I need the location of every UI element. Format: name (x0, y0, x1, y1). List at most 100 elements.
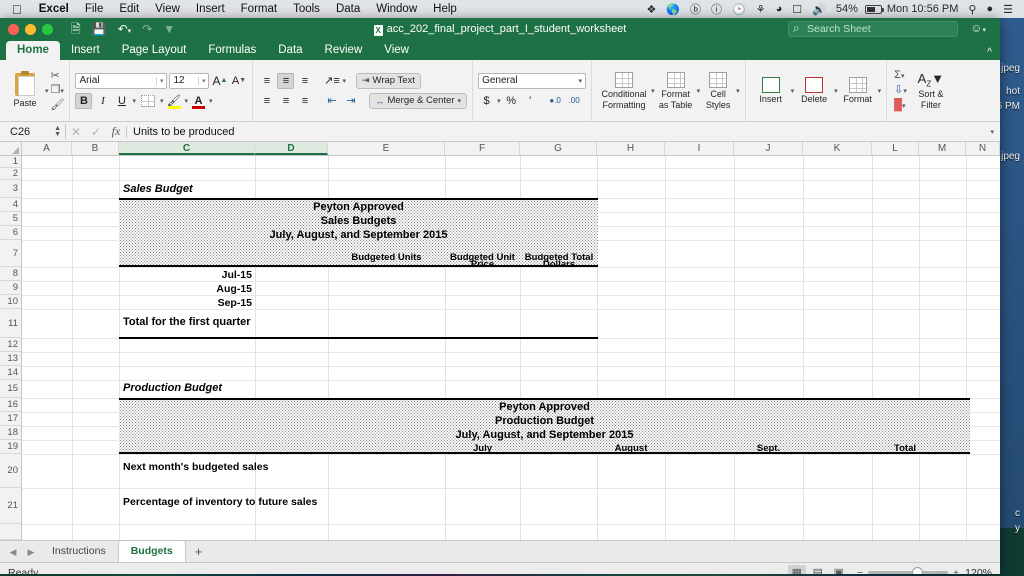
borders-dropdown-icon[interactable]: ▾ (160, 97, 164, 105)
tab-review[interactable]: Review (314, 41, 374, 60)
maximize-window-button[interactable] (42, 23, 53, 35)
tab-insert[interactable]: Insert (60, 41, 111, 60)
save-icon[interactable]: 💾 (92, 23, 107, 35)
globe-icon[interactable]: 🌎 (661, 3, 685, 16)
cell-next-month-budgeted-sales[interactable]: Next month's budgeted sales (123, 461, 268, 473)
font-name-select[interactable]: Arial ▾ (75, 72, 168, 89)
sort-filter-button[interactable]: AZ▼ Sort & Filter (911, 71, 951, 111)
row-header-17[interactable]: 17 (0, 412, 21, 426)
align-left-icon[interactable]: ≡ (258, 93, 275, 109)
decrease-indent-icon[interactable]: ⇤ (323, 93, 340, 109)
cancel-icon[interactable]: ✕ (66, 125, 86, 139)
cell-prod-title-1[interactable]: Peyton Approved (119, 401, 970, 413)
cell-prod-hdr-july[interactable]: July (445, 443, 520, 454)
number-format-select[interactable]: General ▾ (478, 72, 587, 89)
column-header-b[interactable]: B (72, 142, 119, 155)
row-header-15[interactable]: 15 (0, 380, 21, 398)
zoom-level-label[interactable]: 120% (965, 567, 992, 575)
row-header-4[interactable]: 4 (0, 198, 21, 212)
cell-prod-hdr-total[interactable]: Total (872, 443, 938, 454)
name-box-spinner-icon[interactable]: ▲ ▼ (54, 125, 61, 138)
menu-item-data[interactable]: Data (328, 3, 368, 15)
close-window-button[interactable] (8, 23, 19, 35)
row-header-1[interactable]: 1 (0, 156, 21, 168)
cell-sales-hdr-budgeted-units[interactable]: Budgeted Units (328, 252, 445, 263)
cell-prod-hdr-august[interactable]: August (597, 443, 665, 454)
search-icon[interactable]: ⚲ (963, 3, 981, 16)
menu-item-excel[interactable]: Excel (31, 3, 77, 15)
undo-icon[interactable]: ↶▾ (118, 23, 132, 35)
cell-production-budget-label[interactable]: Production Budget (123, 382, 222, 394)
delete-cells-button[interactable]: Delete (794, 77, 834, 104)
customize-toolbar-icon[interactable]: ▼ (163, 23, 175, 35)
row-header-3[interactable]: 3 (0, 180, 21, 198)
font-size-select[interactable]: 12 ▾ (169, 72, 210, 89)
menu-item-edit[interactable]: Edit (111, 3, 147, 15)
wifi-icon[interactable]: ◕ (771, 3, 788, 15)
airplay-icon[interactable]: ☐ (787, 3, 807, 16)
row-header-19[interactable]: 19 (0, 440, 21, 454)
cell-styles-button[interactable]: Cell Styles (700, 71, 736, 110)
format-dropdown-icon[interactable]: ▾ (878, 87, 882, 95)
column-header-e[interactable]: E (328, 142, 445, 155)
row-header-22[interactable] (0, 524, 21, 540)
tab-data[interactable]: Data (267, 41, 313, 60)
chevron-down-icon[interactable]: ▾ (990, 128, 994, 136)
fill-color-icon[interactable]: 🖌 (166, 93, 183, 109)
notification-center-icon[interactable]: ☰ (998, 3, 1018, 16)
column-header-a[interactable]: A (22, 142, 72, 155)
align-bottom-icon[interactable]: ≡ (296, 73, 313, 89)
align-center-icon[interactable]: ≡ (277, 93, 294, 109)
cell-total-first-quarter[interactable]: Total for the first quarter (123, 316, 251, 328)
italic-button[interactable]: I (94, 93, 111, 109)
tab-page-layout[interactable]: Page Layout (111, 41, 198, 60)
orientation-icon[interactable]: ↗≡ (323, 73, 340, 89)
row-header-9[interactable]: 9 (0, 281, 21, 295)
cell-month-jul[interactable]: Jul-15 (119, 269, 252, 281)
bartender-icon[interactable]: ⓑ (685, 1, 706, 17)
zoom-out-button[interactable]: − (857, 567, 863, 575)
add-sheet-button[interactable]: + (186, 543, 212, 562)
insert-cells-button[interactable]: Insert (751, 77, 791, 104)
clock-icon[interactable]: 🕑 (727, 3, 751, 16)
menu-item-file[interactable]: File (77, 3, 112, 15)
borders-icon[interactable] (138, 93, 158, 109)
column-header-c[interactable]: C (119, 142, 255, 155)
grid-cells[interactable]: Sales Budget Peyton Approved Sales Budge… (22, 156, 1000, 540)
menu-item-view[interactable]: View (147, 3, 188, 15)
underline-button[interactable]: U (113, 93, 130, 109)
increase-indent-icon[interactable]: ⇥ (342, 93, 359, 109)
cell-percentage-inventory-future-sales[interactable]: Percentage of inventory to future sales (123, 496, 317, 508)
cell-prod-hdr-sept[interactable]: Sept. (734, 443, 803, 454)
row-header-7[interactable]: 7 (0, 240, 21, 267)
merge-center-button[interactable]: ↔ Merge & Center ▾ (369, 92, 468, 109)
percent-icon[interactable]: % (503, 93, 520, 109)
paste-dropdown-icon[interactable]: ▾ (45, 87, 49, 95)
row-header-18[interactable]: 18 (0, 426, 21, 440)
cell-prod-title-2[interactable]: Production Budget (119, 415, 970, 427)
page-layout-view-icon[interactable]: ▤ (809, 565, 827, 574)
column-header-h[interactable]: H (597, 142, 665, 155)
search-sheet-input[interactable]: Search Sheet (788, 21, 958, 37)
row-header-20[interactable]: 20 (0, 454, 21, 488)
chevron-up-icon[interactable]: ^ (987, 47, 992, 58)
row-header-21[interactable]: 21 (0, 488, 21, 524)
tab-view[interactable]: View (373, 41, 420, 60)
cell-sales-title-1[interactable]: Peyton Approved (119, 201, 598, 213)
menu-item-help[interactable]: Help (425, 3, 465, 15)
copy-icon[interactable]: ❐▾ (51, 84, 65, 97)
format-as-table-button[interactable]: Format as Table (655, 71, 697, 110)
menu-item-format[interactable]: Format (233, 3, 285, 15)
row-header-10[interactable]: 10 (0, 295, 21, 309)
underline-dropdown-icon[interactable]: ▾ (132, 97, 136, 105)
formula-input[interactable]: Units to be produced (126, 125, 990, 138)
merge-center-dropdown-icon[interactable]: ▾ (458, 97, 462, 105)
row-header-14[interactable]: 14 (0, 366, 21, 380)
orientation-dropdown-icon[interactable]: ▾ (342, 77, 346, 85)
font-color-dropdown-icon[interactable]: ▾ (209, 97, 213, 105)
row-header-2[interactable]: 2 (0, 168, 21, 180)
row-header-13[interactable]: 13 (0, 352, 21, 366)
row-header-16[interactable]: 16 (0, 398, 21, 412)
tab-home[interactable]: Home (6, 41, 60, 60)
column-header-m[interactable]: M (919, 142, 966, 155)
